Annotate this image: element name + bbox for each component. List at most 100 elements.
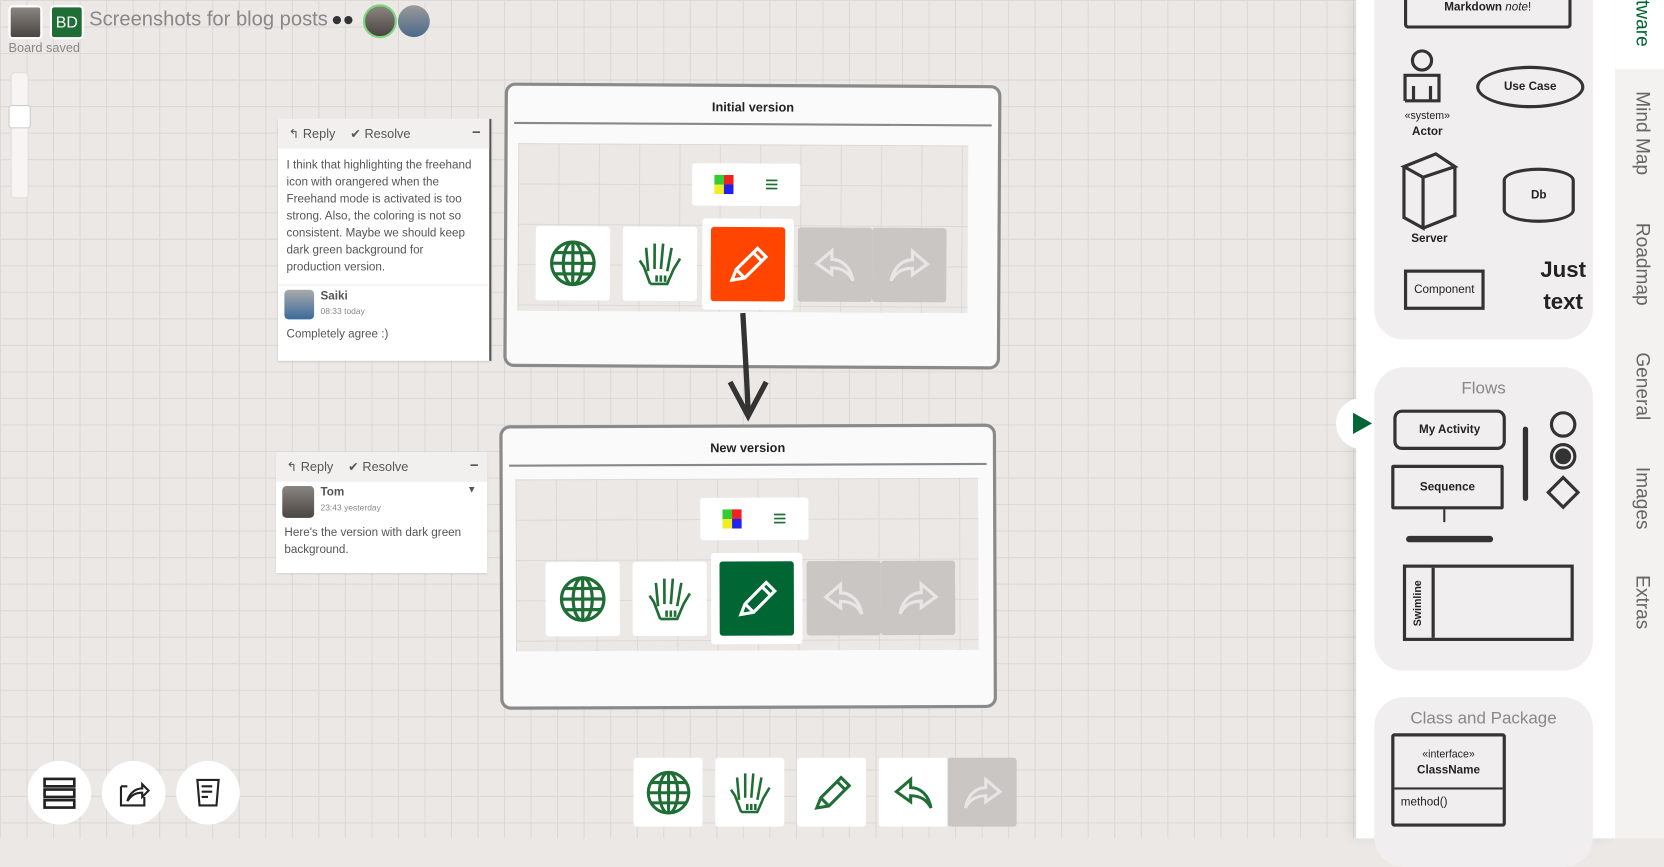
palette-flows: Flows My Activity Sequence Swimline (1374, 367, 1593, 671)
globe-icon (645, 769, 692, 816)
palette-swimline[interactable]: Swimline (1403, 565, 1574, 641)
server-icon[interactable] (1400, 152, 1474, 235)
globe-tool-button[interactable] (634, 758, 703, 827)
avatar (282, 486, 314, 518)
hand-icon (726, 769, 773, 816)
minimize-icon[interactable]: − (472, 123, 481, 140)
actor-icon[interactable] (1401, 48, 1454, 112)
comment-text: Here's the version with dark green backg… (276, 522, 487, 567)
comment-author: Saiki (320, 290, 364, 303)
undo-icon (810, 240, 859, 289)
minimize-icon[interactable]: − (470, 456, 479, 473)
layers-icon (42, 776, 76, 810)
undo-icon (819, 574, 868, 623)
resolve-button[interactable]: ✔ Resolve (348, 459, 408, 474)
frame-title: Initial version (514, 86, 992, 127)
redo-icon (885, 241, 934, 290)
undo-icon (890, 769, 937, 816)
export-icon (117, 776, 151, 810)
redo-icon (959, 769, 1006, 816)
collaborator-avatar[interactable] (363, 4, 397, 38)
notes-icon (191, 776, 225, 810)
palette-sequence[interactable]: Sequence (1391, 465, 1503, 510)
hand-icon (635, 239, 684, 288)
tab-extras[interactable]: Extras (1631, 575, 1653, 629)
play-icon (1349, 411, 1374, 436)
pencil-icon (723, 240, 772, 289)
hand-icon (645, 574, 694, 623)
board-badge[interactable]: BD (50, 5, 84, 39)
color-picker-icon[interactable] (714, 175, 733, 194)
collaborator-avatar[interactable] (398, 5, 430, 37)
save-status: Board saved (8, 40, 80, 55)
mini-menu: ≡ (700, 497, 808, 540)
frame-title: New version (509, 427, 987, 467)
globe-button[interactable] (545, 562, 620, 637)
palette-db[interactable]: Db (1503, 168, 1575, 223)
menu-icon[interactable]: ≡ (773, 505, 787, 533)
tab-software[interactable]: tware (1631, 0, 1653, 47)
palette-activity[interactable]: My Activity (1393, 410, 1505, 450)
tab-mind-map[interactable]: Mind Map (1631, 91, 1653, 175)
connector-arrow[interactable] (722, 308, 775, 427)
palette-class-package: Class and Package «interface» ClassName … (1374, 697, 1593, 867)
globe-button[interactable] (536, 226, 611, 301)
freehand-button[interactable] (702, 218, 794, 310)
comment-thread: ↰ Reply ✔ Resolve − Tom23:43 yesterday ▼… (276, 452, 487, 573)
reply-button[interactable]: ↰ Reply (289, 126, 336, 141)
panel-title: Class and Package (1374, 710, 1593, 729)
pencil-icon (808, 769, 855, 816)
redo-icon (894, 573, 943, 622)
freehand-button[interactable] (711, 553, 803, 645)
palette-use-case[interactable]: Use Case (1476, 66, 1584, 108)
globe-icon (558, 575, 607, 624)
panel-title: Flows (1374, 380, 1593, 399)
export-button[interactable] (102, 761, 166, 825)
tab-roadmap[interactable]: Roadmap (1631, 223, 1653, 306)
frame-new-version[interactable]: New version ≡ (499, 424, 997, 710)
hand-tool-button[interactable] (715, 758, 784, 827)
pencil-tool-button[interactable] (797, 758, 866, 827)
palette-note[interactable]: Markdown note! (1404, 0, 1572, 29)
user-avatar[interactable] (8, 5, 42, 39)
palette-class[interactable]: «interface» ClassName method() (1391, 733, 1506, 826)
comment-time: 08:33 today (320, 307, 364, 317)
color-picker-icon[interactable] (722, 509, 741, 528)
avatar (284, 290, 314, 320)
hand-button[interactable] (632, 562, 707, 637)
mini-menu: ≡ (692, 163, 800, 206)
actor-label: Actor (1395, 125, 1459, 138)
redo-button[interactable] (881, 561, 956, 636)
notes-button[interactable] (176, 761, 240, 825)
caret-down-icon[interactable]: ▼ (467, 484, 476, 495)
resolve-button[interactable]: ✔ Resolve (350, 126, 410, 141)
pencil-icon (732, 574, 781, 623)
actor-stereotype: «system» (1395, 110, 1459, 122)
palette-just-text[interactable]: Just text (1531, 255, 1595, 319)
hand-button[interactable] (623, 226, 698, 301)
palette-software: Markdown note! «system» Actor Use Case S… (1374, 0, 1593, 340)
comment-time: 23:43 yesterday (320, 503, 380, 513)
menu-icon[interactable]: ≡ (765, 171, 779, 199)
palette-component[interactable]: Component (1404, 270, 1485, 310)
reply-text: Completely agree :) (278, 324, 489, 352)
reply-button[interactable]: ↰ Reply (287, 459, 334, 474)
undo-button[interactable] (798, 227, 873, 302)
redo-tool-button[interactable] (948, 758, 1017, 827)
zoom-slider-handle[interactable] (8, 105, 30, 128)
server-label: Server (1398, 232, 1462, 245)
layers-button[interactable] (28, 761, 92, 825)
undo-button[interactable] (806, 561, 881, 636)
palette-join-bar[interactable] (1406, 536, 1493, 542)
palette-flow-nodes[interactable] (1544, 410, 1582, 512)
users-icon[interactable]: ●● (331, 8, 354, 30)
tab-general[interactable]: General (1631, 352, 1653, 420)
comment-text: I think that highlighting the freehand i… (278, 149, 489, 286)
redo-button[interactable] (872, 228, 947, 303)
zoom-slider[interactable] (11, 72, 29, 198)
undo-tool-button[interactable] (879, 758, 948, 827)
comment-thread: ↰ Reply ✔ Resolve − I think that highlig… (278, 119, 491, 361)
board-title[interactable]: Screenshots for blog posts (89, 8, 328, 31)
tab-images[interactable]: Images (1631, 467, 1653, 530)
palette-fork-bar[interactable] (1523, 427, 1528, 501)
